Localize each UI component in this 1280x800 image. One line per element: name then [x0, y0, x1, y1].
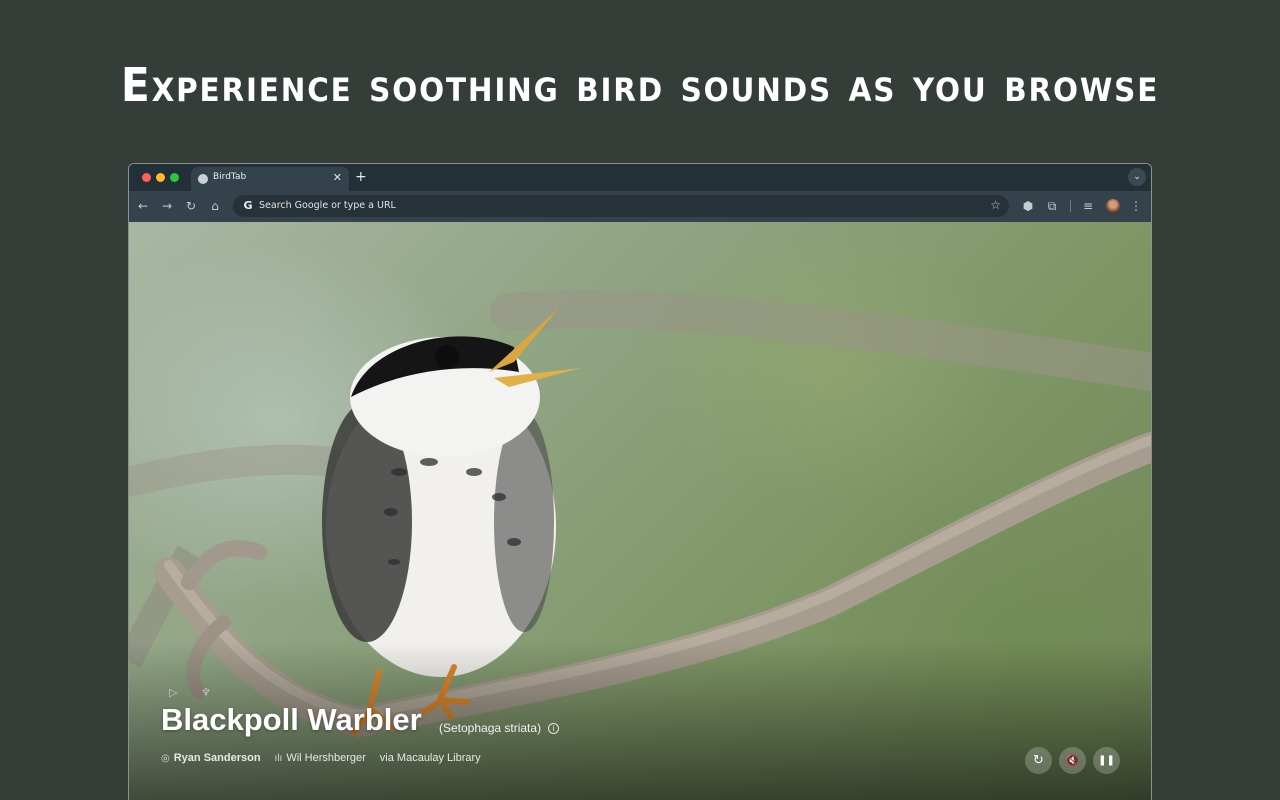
- pause-button[interactable]: ❚❚: [1093, 747, 1120, 774]
- minimize-window-button[interactable]: [156, 173, 165, 182]
- audio-waveform-icon: ılı: [274, 752, 283, 764]
- credits: ◎ Ryan Sanderson ılı Wil Hershberger via…: [161, 752, 481, 764]
- source-credit[interactable]: via Macaulay Library: [380, 752, 481, 764]
- tab-search-button[interactable]: ⌄: [1128, 168, 1146, 186]
- close-window-button[interactable]: [142, 173, 151, 182]
- refresh-bird-button[interactable]: ↻: [1025, 747, 1052, 774]
- birdtab-favicon-icon: [198, 174, 208, 184]
- birdtab-extension-icon[interactable]: ⬢: [1020, 198, 1036, 214]
- address-bar[interactable]: G Search Google or type a URL ☆: [233, 195, 1009, 217]
- new-tab-button[interactable]: +: [355, 169, 367, 185]
- birdtab-page: ▷ ♆ Blackpoll Warbler (Setophaga striata…: [129, 222, 1151, 800]
- camera-icon: ◎: [161, 752, 170, 764]
- maximize-window-button[interactable]: [170, 173, 179, 182]
- audio-credit[interactable]: Wil Hershberger: [286, 752, 365, 764]
- play-sound-icon[interactable]: ▷: [169, 686, 177, 699]
- tab-bar: BirdTab ✕ + ⌄: [129, 164, 1151, 191]
- profile-avatar[interactable]: [1106, 199, 1120, 213]
- photo-credit[interactable]: Ryan Sanderson: [174, 752, 261, 764]
- back-icon[interactable]: ←: [135, 198, 151, 214]
- bird-common-name: Blackpoll Warbler: [161, 702, 422, 737]
- mute-button[interactable]: 🔇: [1059, 747, 1086, 774]
- bookmark-star-icon[interactable]: ☆: [990, 198, 1001, 212]
- bird-mini-icon[interactable]: ♆: [201, 686, 211, 699]
- tab-close-icon[interactable]: ✕: [333, 171, 342, 185]
- forward-icon[interactable]: →: [159, 198, 175, 214]
- home-icon[interactable]: ⌂: [207, 198, 223, 214]
- toolbar-divider: [1070, 200, 1071, 212]
- menu-kebab-icon[interactable]: ⋮: [1128, 198, 1144, 214]
- address-bar-placeholder: Search Google or type a URL: [259, 200, 396, 211]
- browser-window: BirdTab ✕ + ⌄ ← → ↻ ⌂ G Search Google or…: [128, 163, 1152, 800]
- info-icon[interactable]: i: [548, 723, 559, 734]
- google-icon: G: [243, 199, 253, 212]
- reload-icon[interactable]: ↻: [183, 198, 199, 214]
- tab-title: BirdTab: [213, 172, 247, 182]
- headline: Experience soothing bird sounds as you b…: [120, 58, 1160, 112]
- extensions-puzzle-icon[interactable]: ⧉: [1044, 198, 1060, 214]
- browser-toolbar: ← → ↻ ⌂ G Search Google or type a URL ☆ …: [129, 191, 1151, 222]
- tab-birdtab[interactable]: BirdTab ✕: [191, 167, 349, 191]
- bird-scientific-name: (Setophaga striata): [439, 721, 542, 735]
- reading-list-icon[interactable]: ≡: [1080, 198, 1096, 214]
